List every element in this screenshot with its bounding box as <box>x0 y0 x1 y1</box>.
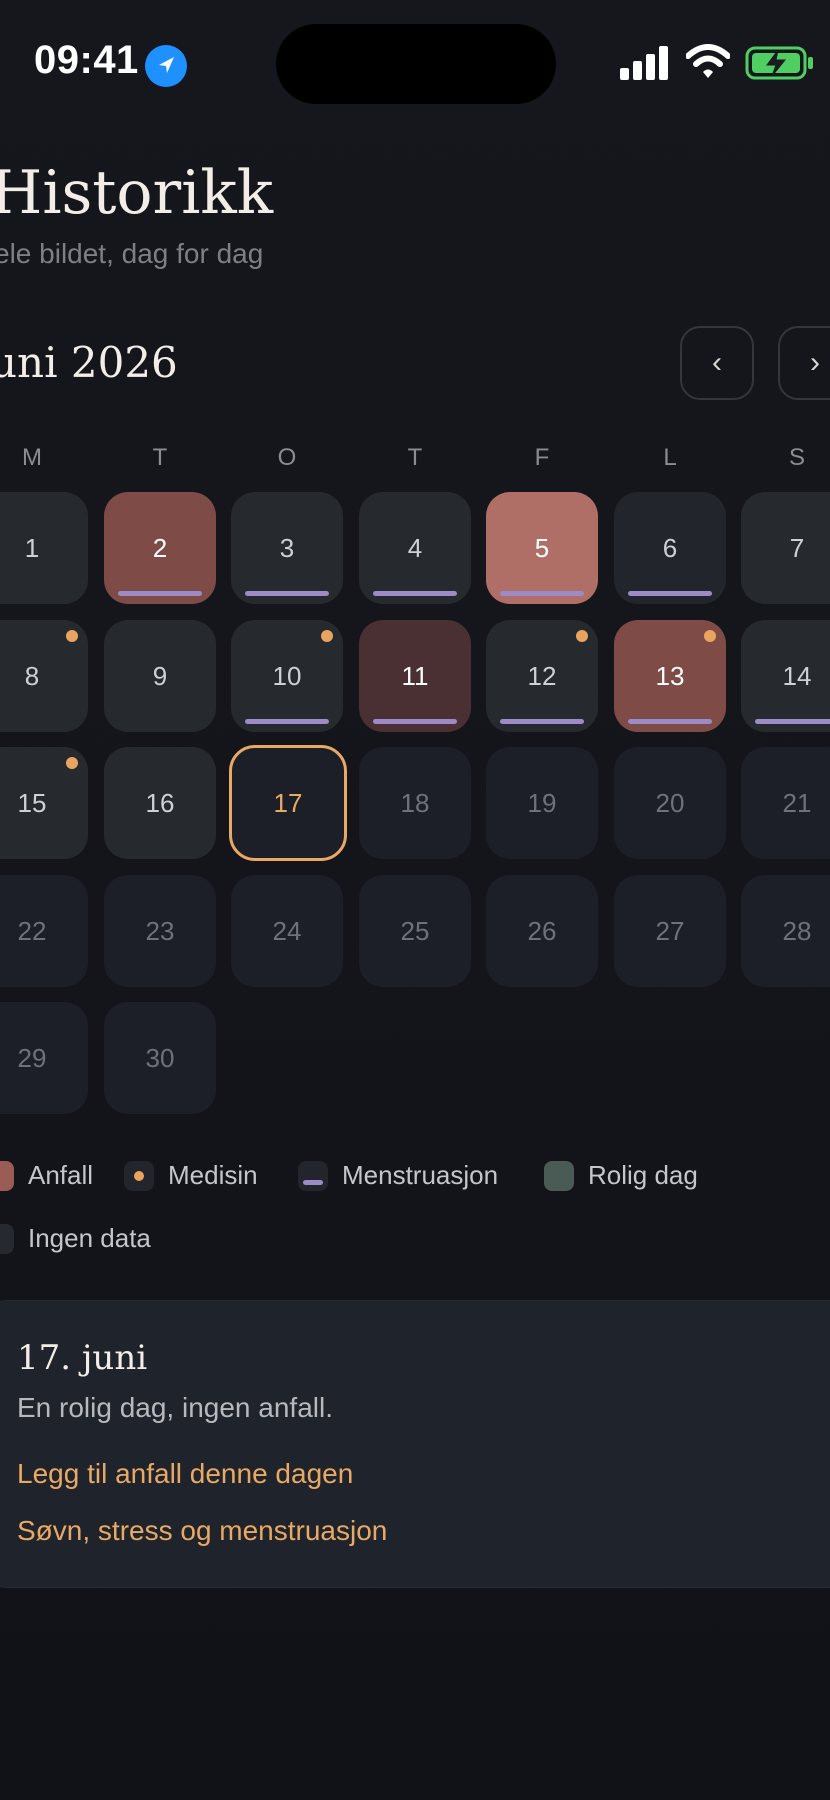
menstruation-marker <box>500 719 584 724</box>
no-data-swatch <box>0 1223 14 1254</box>
calendar-day[interactable]: 3 <box>231 492 343 604</box>
calendar-day[interactable]: 30 <box>104 1002 216 1114</box>
calendar-day[interactable]: 6 <box>614 492 726 604</box>
calendar-day[interactable]: 26 <box>486 875 598 987</box>
seizure-swatch <box>0 1160 14 1191</box>
calendar-day[interactable]: 11 <box>359 620 471 732</box>
menstruation-marker <box>628 591 712 596</box>
calendar-day[interactable]: 8 <box>0 620 88 732</box>
calendar-day[interactable]: 22 <box>0 875 88 987</box>
calendar-day[interactable]: 4 <box>359 492 471 604</box>
legend-calm: Rolig dag <box>544 1160 698 1191</box>
medicine-dot <box>66 630 78 642</box>
page-subtitle: ele bildet, dag for dag <box>0 238 264 269</box>
weekday-header: O <box>277 444 297 471</box>
page-title: Historikk <box>0 158 274 228</box>
menstruation-marker <box>373 591 457 596</box>
menstruation-marker <box>755 719 830 724</box>
calendar-day[interactable]: 12 <box>486 620 598 732</box>
medicine-dot <box>66 757 78 769</box>
calendar-day[interactable]: 14 <box>741 620 830 732</box>
sleep-stress-menstruation-link[interactable]: Søvn, stress og menstruasjon <box>17 1515 387 1547</box>
chevron-left-icon: ‹ <box>712 346 722 379</box>
legend-menstruation: Menstruasjon <box>298 1160 498 1191</box>
weekday-header: S <box>788 444 805 471</box>
calendar-day[interactable]: 27 <box>614 875 726 987</box>
weekday-header: T <box>407 444 423 471</box>
medicine-dot <box>576 630 588 642</box>
detail-date: 17. juni <box>17 1338 148 1378</box>
weekday-header: L <box>663 444 677 471</box>
calendar-day[interactable]: 21 <box>741 747 830 859</box>
medicine-dot <box>704 630 716 642</box>
month-label: uni 2026 <box>0 338 178 387</box>
medicine-swatch <box>124 1160 154 1191</box>
calendar-day[interactable]: 29 <box>0 1002 88 1114</box>
legend-seizure: Anfall <box>0 1160 93 1191</box>
medicine-dot <box>321 630 333 642</box>
calendar-day[interactable]: 10 <box>231 620 343 732</box>
menstruation-swatch <box>298 1160 328 1191</box>
calendar-day-today[interactable]: 17 <box>229 745 347 861</box>
cellular-signal-icon <box>620 46 668 80</box>
add-seizure-link[interactable]: Legg til anfall denne dagen <box>17 1458 353 1490</box>
menstruation-marker <box>500 591 584 596</box>
legend-medicine: Medisin <box>124 1160 258 1191</box>
calm-swatch <box>544 1160 574 1191</box>
calendar-day[interactable]: 5 <box>486 492 598 604</box>
calendar-day[interactable]: 19 <box>486 747 598 859</box>
calendar-day[interactable]: 2 <box>104 492 216 604</box>
calendar-day[interactable]: 23 <box>104 875 216 987</box>
menstruation-marker <box>373 719 457 724</box>
calendar-day[interactable]: 24 <box>231 875 343 987</box>
dynamic-island <box>276 24 556 104</box>
legend-no-data: Ingen data <box>0 1223 151 1254</box>
calendar-day[interactable]: 25 <box>359 875 471 987</box>
wifi-icon <box>686 44 730 78</box>
calendar-day[interactable]: 16 <box>104 747 216 859</box>
chevron-right-icon: › <box>810 346 820 379</box>
calendar-day[interactable]: 20 <box>614 747 726 859</box>
location-arrow-icon <box>145 45 187 87</box>
calendar-day[interactable]: 18 <box>359 747 471 859</box>
calendar-day[interactable]: 13 <box>614 620 726 732</box>
menstruation-marker <box>628 719 712 724</box>
calendar-day[interactable]: 28 <box>741 875 830 987</box>
calendar-day[interactable]: 7 <box>741 492 830 604</box>
calendar-day[interactable]: 1 <box>0 492 88 604</box>
weekday-header: T <box>152 444 168 471</box>
calendar-day[interactable]: 9 <box>104 620 216 732</box>
next-month-button[interactable]: › <box>778 326 830 400</box>
weekday-header: F <box>534 444 550 471</box>
status-time: 09:41 <box>34 38 139 82</box>
prev-month-button[interactable]: ‹ <box>680 326 754 400</box>
detail-description: En rolig dag, ingen anfall. <box>17 1392 333 1423</box>
menstruation-marker <box>245 719 329 724</box>
calendar-day[interactable]: 15 <box>0 747 88 859</box>
battery-charging-icon <box>745 46 813 80</box>
menstruation-marker <box>118 591 202 596</box>
weekday-header: M <box>22 444 42 471</box>
menstruation-marker <box>245 591 329 596</box>
